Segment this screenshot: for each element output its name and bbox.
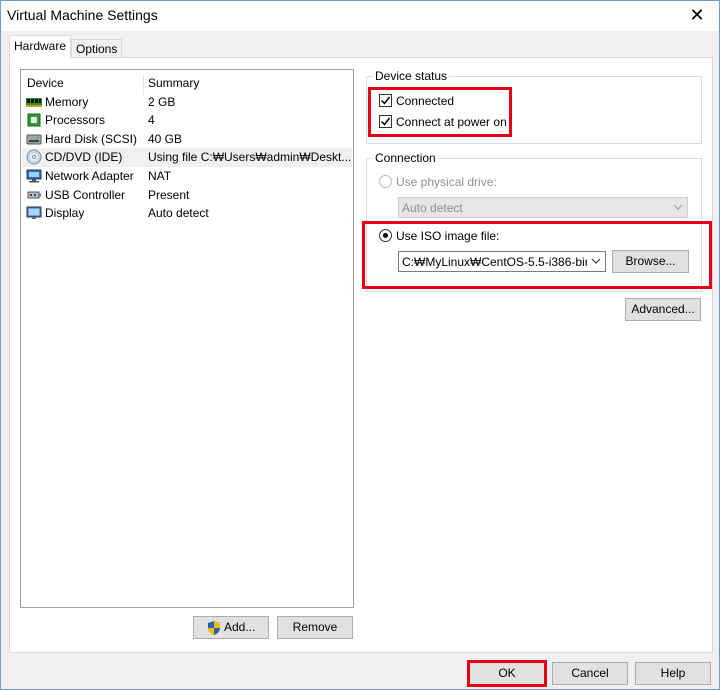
connect-at-power-on-label[interactable]: Connect at power on: [396, 115, 507, 129]
cd-dvd-icon: [26, 149, 42, 165]
checkmark-icon: [380, 96, 391, 105]
column-separator[interactable]: [143, 75, 144, 95]
device-name: Processors: [45, 113, 106, 127]
device-row-usb-controller[interactable]: USB Controller Present: [22, 186, 352, 205]
device-name: Display: [45, 206, 85, 220]
close-icon[interactable]: ✕: [687, 5, 707, 25]
device-summary: 4: [148, 113, 155, 127]
usb-icon: [26, 187, 42, 203]
device-summary: 40 GB: [148, 132, 183, 146]
ok-button[interactable]: OK: [469, 662, 545, 685]
add-button-label: Add...: [224, 620, 256, 634]
device-summary: NAT: [148, 169, 172, 183]
device-row-cd-dvd[interactable]: CD/DVD (IDE) Using file C:₩Users₩admin₩D…: [22, 148, 352, 167]
use-iso-image-radio[interactable]: [379, 229, 392, 242]
use-physical-drive-label[interactable]: Use physical drive:: [396, 175, 497, 189]
device-name: Hard Disk (SCSI): [45, 132, 138, 146]
browse-button[interactable]: Browse...: [612, 250, 689, 273]
device-status-title: Device status: [373, 69, 450, 83]
device-row-processors[interactable]: Processors 4: [22, 111, 352, 130]
device-summary: Present: [148, 188, 190, 202]
vm-settings-window: Virtual Machine Settings ✕ Hardware Opti…: [0, 0, 720, 690]
uac-shield-icon: [208, 621, 220, 635]
tab-options[interactable]: Options: [71, 39, 123, 59]
device-row-network-adapter[interactable]: Network Adapter NAT: [22, 167, 352, 186]
device-status-group: [366, 76, 702, 144]
device-summary: Auto detect: [148, 206, 209, 220]
use-physical-drive-radio[interactable]: [379, 175, 392, 188]
iso-path-combobox[interactable]: C:₩MyLinux₩CentOS-5.5-i386-bin-: [398, 251, 606, 272]
connected-label[interactable]: Connected: [396, 94, 454, 108]
display-icon: [26, 205, 42, 221]
network-adapter-icon: [26, 168, 42, 184]
column-header-device[interactable]: Device: [27, 76, 64, 90]
column-header-summary[interactable]: Summary: [148, 76, 199, 90]
device-name: CD/DVD (IDE): [45, 150, 123, 164]
radio-selected-dot: [383, 233, 388, 238]
connected-checkbox[interactable]: [379, 94, 392, 107]
device-row-display[interactable]: Display Auto detect: [22, 204, 352, 223]
device-name: Memory: [45, 95, 89, 109]
physical-drive-select[interactable]: Auto detect: [398, 197, 688, 218]
hard-disk-icon: [26, 131, 42, 147]
connection-title: Connection: [373, 151, 438, 165]
device-summary: 2 GB: [148, 95, 176, 109]
add-button[interactable]: Add...: [193, 616, 269, 639]
help-button[interactable]: Help: [635, 662, 711, 685]
tab-hardware[interactable]: Hardware: [9, 35, 72, 59]
iso-path-value: C:₩MyLinux₩CentOS-5.5-i386-bin-: [402, 255, 587, 269]
device-list-header: Device Summary: [21, 75, 353, 95]
device-name: Network Adapter: [45, 169, 134, 183]
remove-button[interactable]: Remove: [277, 616, 353, 639]
physical-drive-select-value: Auto detect: [402, 201, 463, 215]
memory-icon: [26, 94, 42, 110]
chevron-down-icon[interactable]: [590, 255, 602, 267]
device-name: USB Controller: [45, 188, 126, 202]
advanced-button[interactable]: Advanced...: [625, 298, 701, 321]
use-iso-image-label[interactable]: Use ISO image file:: [396, 229, 499, 243]
checkmark-icon: [380, 117, 391, 126]
chevron-down-icon: [673, 204, 683, 210]
processor-icon: [26, 112, 42, 128]
connect-at-power-on-checkbox[interactable]: [379, 115, 392, 128]
window-title: Virtual Machine Settings: [7, 7, 158, 23]
device-row-hard-disk[interactable]: Hard Disk (SCSI) 40 GB: [22, 130, 352, 149]
cancel-button[interactable]: Cancel: [552, 662, 628, 685]
title-bar: Virtual Machine Settings ✕: [1, 1, 719, 31]
device-summary: Using file C:₩Users₩admin₩Deskt...: [148, 150, 352, 164]
device-list[interactable]: Device Summary Memory 2 GB Processors 4 …: [20, 69, 354, 608]
device-row-memory[interactable]: Memory 2 GB: [22, 93, 352, 112]
